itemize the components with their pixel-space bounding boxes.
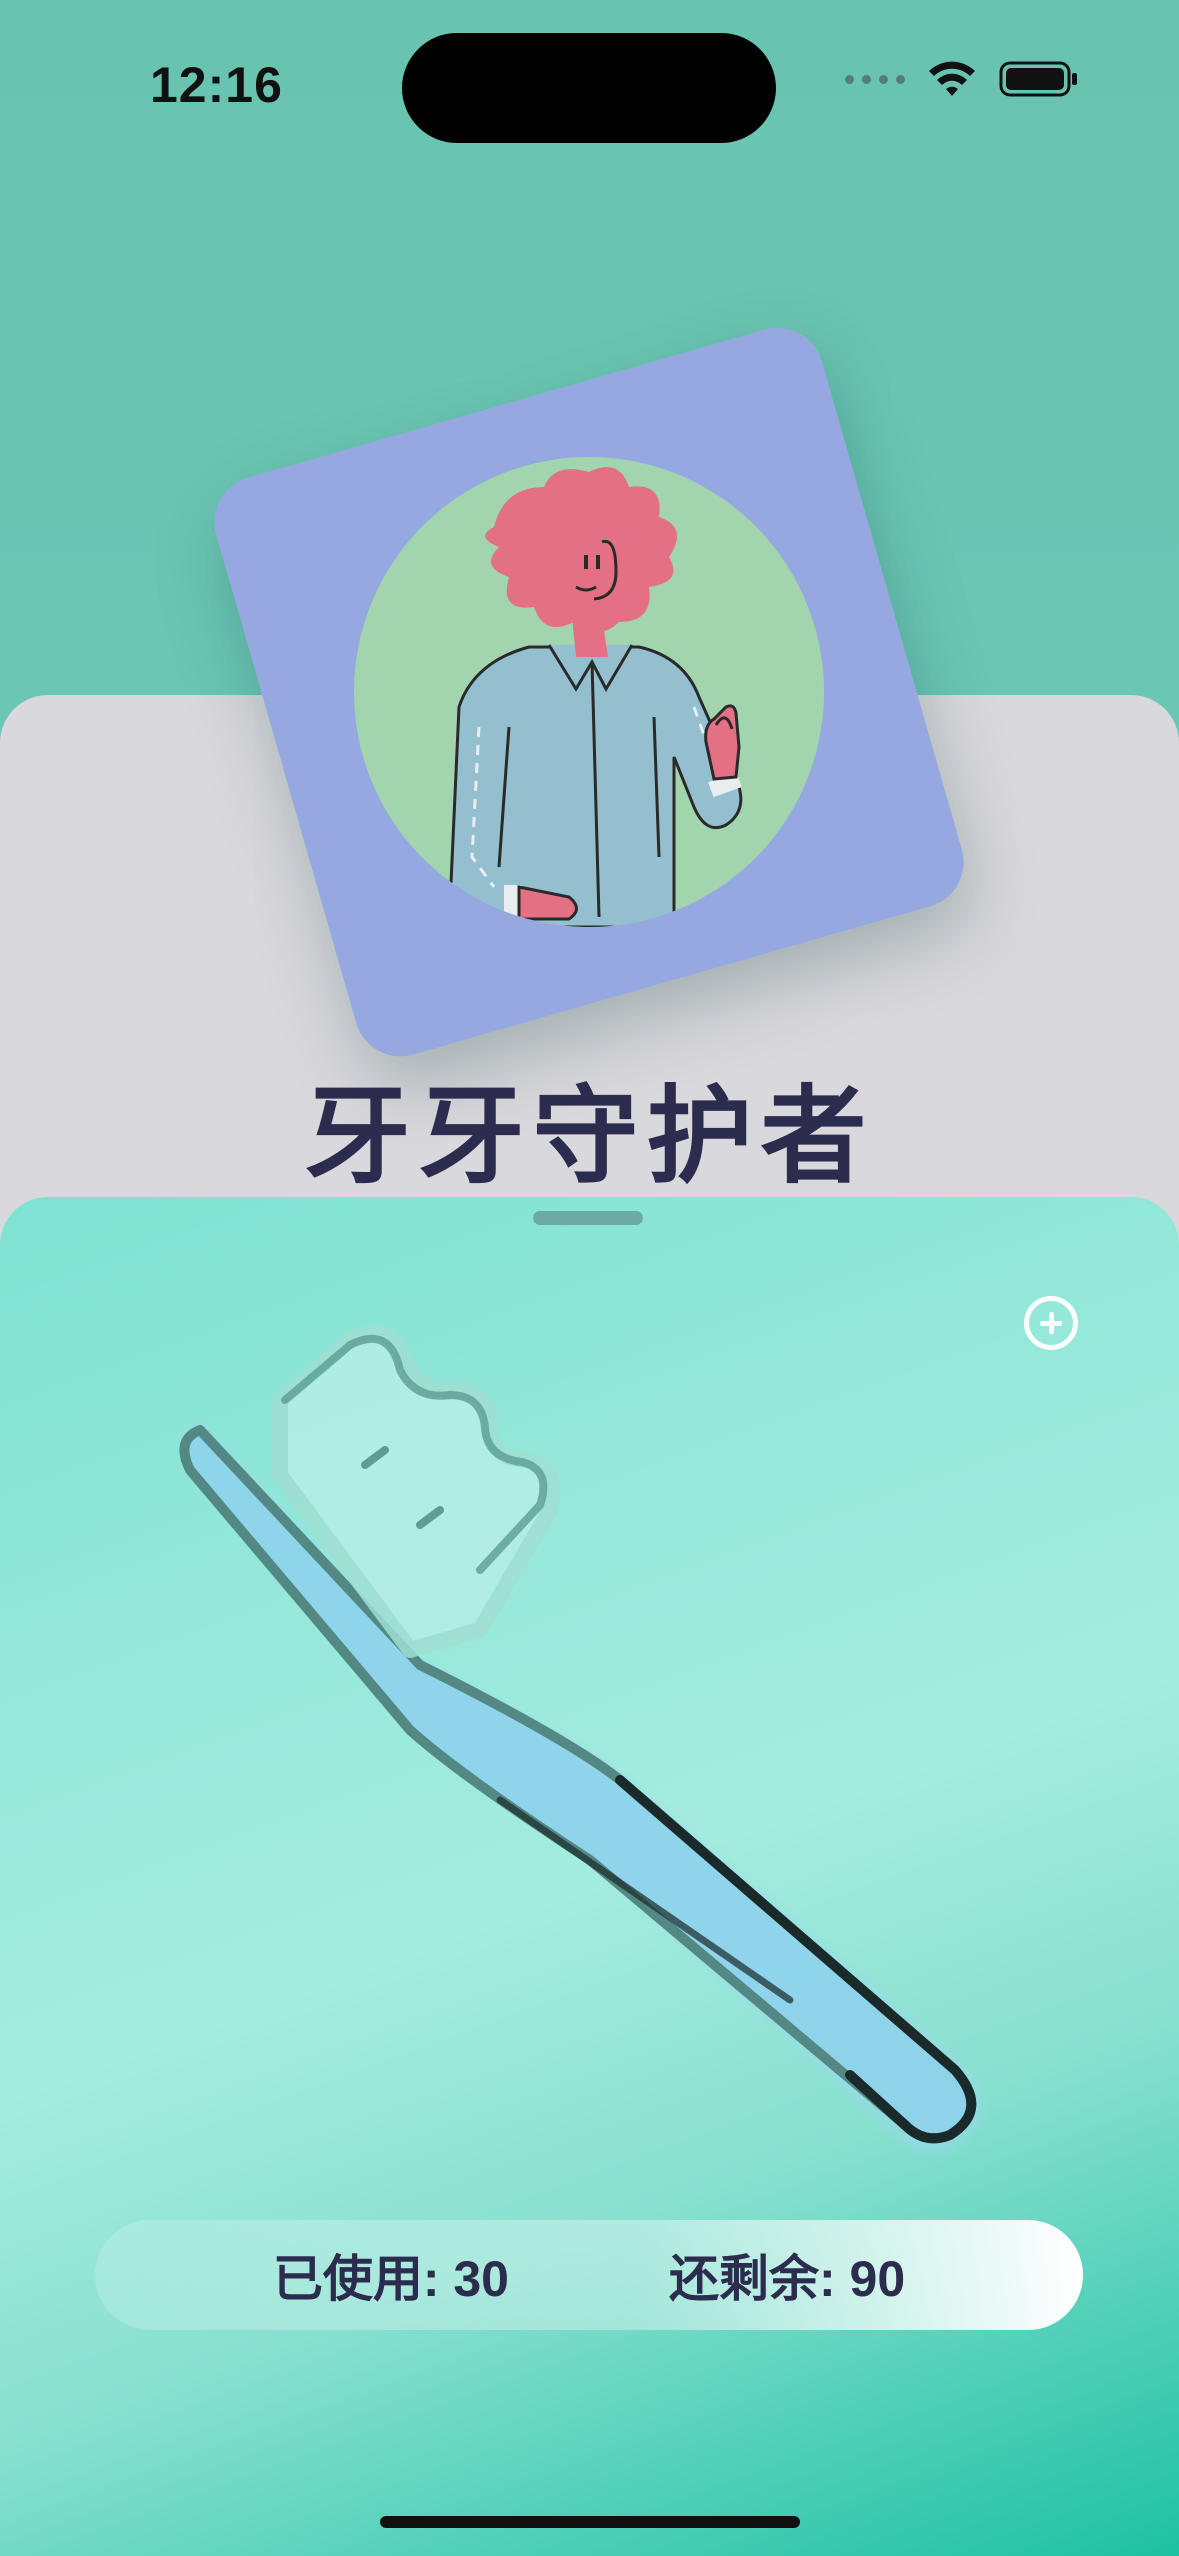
used-count: 已使用: 30	[272, 2251, 509, 2307]
app-title: 牙牙守护者	[304, 1078, 875, 1196]
status-icons	[845, 60, 1079, 98]
battery-icon	[999, 61, 1077, 97]
toothbrush-icon	[179, 1325, 983, 2154]
status-time: 12:16	[150, 57, 283, 113]
sheet-drag-handle[interactable]	[533, 1211, 643, 1225]
home-indicator[interactable]	[380, 2516, 800, 2528]
avatar	[298, 401, 880, 983]
usage-stats-pill: 已使用: 30 还剩余: 90	[95, 2220, 1083, 2330]
wifi-icon	[929, 61, 975, 96]
remaining-count: 还剩余: 90	[669, 2251, 906, 2307]
character-illustration	[447, 467, 743, 929]
plus-circle-icon[interactable]	[1024, 1296, 1078, 1350]
signal-dots-icon	[845, 74, 905, 84]
dynamic-island	[402, 33, 776, 143]
